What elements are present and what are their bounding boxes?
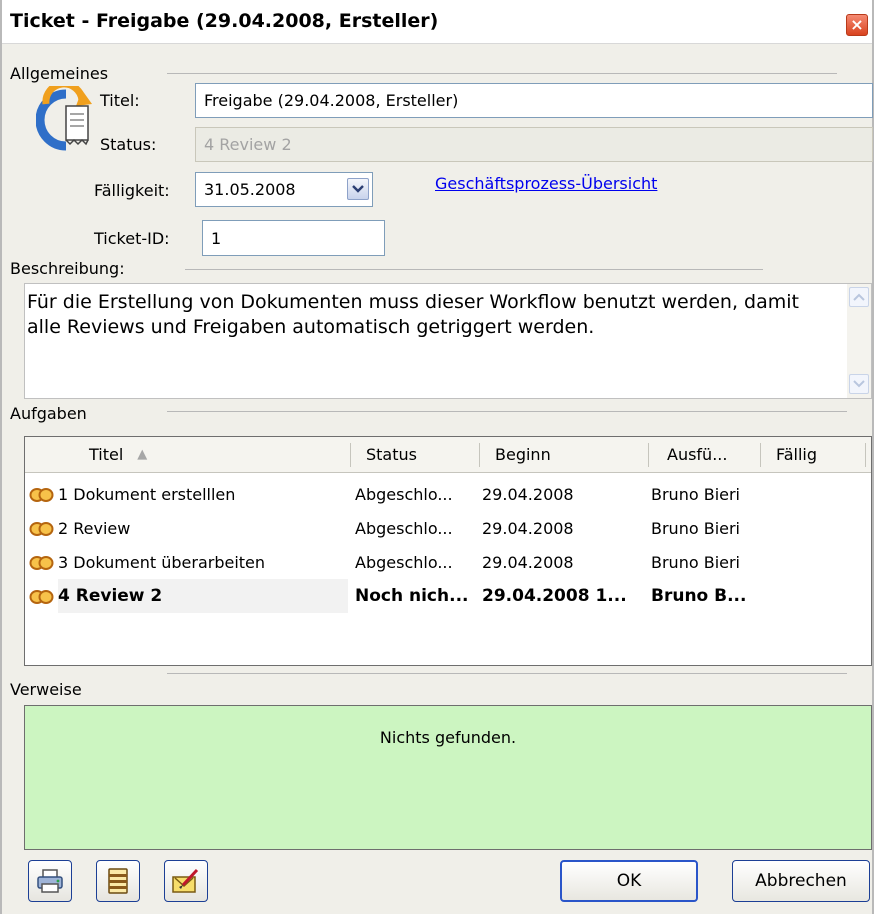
description-scrollbar[interactable] [847, 284, 871, 398]
column-separator [350, 443, 351, 467]
chevron-down-icon [853, 380, 865, 388]
task-due [766, 477, 866, 511]
close-icon: × [850, 15, 864, 34]
task-begin: 29.04.2008 1... [482, 586, 627, 606]
task-title: 1 Dokument erstelllen [58, 484, 236, 504]
column-header-begin-label: Beginn [495, 445, 551, 464]
task-status: Abgeschlo... [355, 484, 453, 504]
task-link-icon [29, 522, 54, 536]
references-empty-text: Nichts gefunden. [379, 728, 517, 747]
business-process-overview-link[interactable]: Geschäftsprozess-Übersicht [435, 174, 657, 193]
column-separator [865, 443, 866, 467]
task-begin: 29.04.2008 [482, 518, 574, 538]
window-title: Ticket - Freigabe (29.04.2008, Ersteller… [10, 10, 439, 32]
task-status: Abgeschlo... [355, 518, 453, 538]
due-date-label: Fälligkeit: [94, 181, 170, 200]
table-row[interactable]: 1 Dokument erstelllen Abgeschlo... 29.04… [25, 477, 871, 511]
section-description-divider [185, 269, 763, 270]
ok-button-label: OK [616, 871, 642, 891]
column-separator [648, 443, 649, 467]
task-begin: 29.04.2008 [482, 552, 574, 572]
column-header-due-label: Fällig [776, 445, 818, 464]
column-header-title-label: Titel [89, 445, 124, 464]
tasks-table-header: Titel ▲ Status Beginn Ausfü... Fällig [25, 437, 871, 473]
section-references-label: Verweise [10, 680, 82, 699]
cancel-button-label: Abbrechen [755, 871, 847, 891]
title-bar[interactable]: Ticket - Freigabe (29.04.2008, Ersteller… [2, 0, 872, 44]
task-executor: Bruno Bieri [651, 484, 740, 504]
column-header-begin[interactable]: Beginn [495, 437, 645, 472]
section-tasks-divider [167, 411, 847, 412]
task-status: Noch nich... [355, 586, 469, 606]
printer-icon [37, 869, 63, 893]
section-general-divider [167, 73, 837, 74]
scroll-down-button[interactable] [849, 374, 869, 394]
description-textarea[interactable]: Für die Erstellung von Dokumenten muss d… [24, 283, 872, 399]
ticket-id-value: 1 [211, 228, 222, 248]
status-label: Status: [100, 135, 157, 154]
status-field: 4 Review 2 [195, 127, 873, 162]
edit-checklist-button[interactable] [164, 860, 208, 902]
column-header-title[interactable]: Titel ▲ [89, 437, 369, 472]
section-references-divider [167, 673, 847, 674]
due-date-value: 31.05.2008 [204, 180, 296, 199]
cancel-button[interactable]: Abbrechen [732, 860, 870, 902]
ticket-id-input[interactable]: 1 [202, 220, 385, 256]
status-field-value: 4 Review 2 [204, 135, 292, 154]
section-description-label: Beschreibung: [10, 259, 125, 278]
task-due [766, 545, 866, 579]
task-link-icon [29, 556, 54, 570]
task-link-icon [29, 590, 54, 604]
list-icon [108, 868, 128, 894]
task-title: 4 Review 2 [58, 579, 348, 613]
print-button[interactable] [28, 860, 72, 902]
ticket-id-label: Ticket-ID: [94, 229, 170, 248]
task-link-icon [29, 488, 54, 502]
table-row[interactable]: 3 Dokument überarbeiten Abgeschlo... 29.… [25, 545, 871, 579]
title-input[interactable]: Freigabe (29.04.2008, Ersteller) [195, 83, 873, 118]
column-separator [479, 443, 480, 467]
section-general-label: Allgemeines [10, 64, 109, 83]
ok-button[interactable]: OK [560, 860, 698, 902]
column-separator [760, 443, 761, 467]
column-header-due[interactable]: Fällig [776, 437, 856, 472]
sort-ascending-icon: ▲ [137, 447, 148, 462]
title-label: Titel: [100, 91, 140, 110]
task-title: 3 Dokument überarbeiten [58, 552, 266, 572]
task-title: 2 Review [58, 518, 131, 538]
task-due [766, 511, 866, 545]
column-header-executor[interactable]: Ausfü... [667, 437, 767, 472]
task-executor: Bruno Bieri [651, 518, 740, 538]
task-due [766, 579, 866, 613]
task-executor: Bruno B... [651, 586, 747, 606]
chevron-down-icon [352, 185, 364, 193]
tasks-table[interactable]: Titel ▲ Status Beginn Ausfü... Fällig 1 … [24, 436, 872, 666]
due-date-dropdown-button[interactable] [347, 178, 369, 200]
title-input-value: Freigabe (29.04.2008, Ersteller) [204, 91, 459, 110]
ticket-dialog: Ticket - Freigabe (29.04.2008, Ersteller… [0, 0, 874, 914]
column-header-status[interactable]: Status [366, 437, 476, 472]
scroll-up-button[interactable] [849, 287, 869, 307]
references-panel[interactable]: Nichts gefunden. [24, 705, 872, 850]
description-text: Für die Erstellung von Dokumenten muss d… [27, 291, 799, 338]
edit-checklist-icon [172, 868, 199, 893]
table-row[interactable]: 2 Review Abgeschlo... 29.04.2008 Bruno B… [25, 511, 871, 545]
chevron-up-icon [853, 293, 865, 301]
list-button[interactable] [96, 860, 140, 902]
table-row-current[interactable]: 4 Review 2 Noch nich... 29.04.2008 1... … [25, 579, 871, 613]
column-header-executor-label: Ausfü... [667, 445, 728, 464]
task-executor: Bruno Bieri [651, 552, 740, 572]
column-header-status-label: Status [366, 445, 417, 464]
task-status: Abgeschlo... [355, 552, 453, 572]
ticket-workflow-icon [36, 86, 92, 151]
task-begin: 29.04.2008 [482, 484, 574, 504]
section-tasks-label: Aufgaben [10, 404, 87, 423]
close-button[interactable]: × [846, 14, 868, 36]
